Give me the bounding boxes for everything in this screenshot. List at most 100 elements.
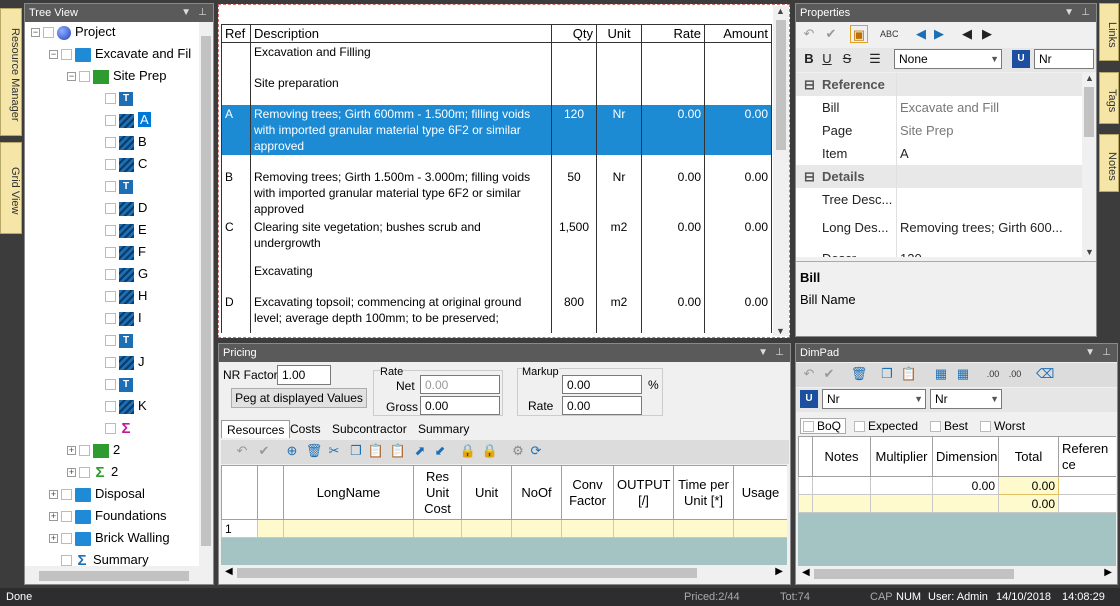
reference-cell[interactable] [1058,476,1116,495]
prop-row-item[interactable]: Item A [796,142,1082,165]
chevron-down-icon[interactable]: ▼ [914,390,923,408]
checkbox[interactable] [105,313,116,325]
conv-factor-header[interactable]: Conv Factor [561,465,614,520]
checkbox[interactable] [61,49,72,61]
scroll-up-icon[interactable]: ▲ [776,6,785,16]
scroll-left-icon[interactable]: ◀ [225,566,233,577]
chevron-down-icon[interactable]: ▼ [990,50,999,68]
nr-factor-input[interactable]: 1.00 [277,365,331,385]
lock-icon[interactable]: 🔒 [459,442,477,460]
checkbox[interactable] [980,421,991,433]
checkbox[interactable] [61,555,72,567]
checkbox[interactable] [105,401,116,413]
description-cell[interactable]: Excavation and Filling [250,42,552,74]
tree-node-item[interactable]: D [105,198,147,218]
cell[interactable] [561,519,614,538]
cell[interactable] [733,519,787,538]
tree-node-item[interactable]: F [105,242,146,262]
qty-cell[interactable]: 800 [551,292,597,333]
tree-node-page-summary[interactable]: + Σ 2 [67,462,118,482]
expand-icon[interactable]: + [49,534,58,544]
collapse-icon[interactable]: − [31,28,40,38]
checkbox[interactable] [61,489,72,501]
amount-cell[interactable]: 0.00 [704,292,772,333]
undo-icon[interactable]: ↶ [800,365,818,383]
settings-icon[interactable]: ⚙ [509,442,527,460]
unit-cell[interactable]: Nr [596,104,642,155]
unit-cell[interactable] [596,73,642,105]
tree-node-item[interactable]: C [105,154,147,174]
unit-header[interactable]: Unit [596,24,642,43]
prop-value[interactable]: 120 [900,247,922,257]
pin-icon[interactable]: ⊥ [1081,4,1090,22]
dropdown-icon[interactable]: ▼ [181,4,191,22]
expected-check[interactable]: Expected [854,419,918,433]
rate-cell[interactable]: 0.00 [641,104,705,155]
boq-row[interactable]: B Removing trees; Girth 1.500m - 3.000m;… [221,154,772,218]
tree-node-item[interactable]: K [105,396,147,416]
checkbox[interactable] [105,291,116,303]
checkbox[interactable] [105,93,116,105]
cell[interactable] [283,519,414,538]
unit-header[interactable]: Unit [461,465,512,520]
prop-row-partial[interactable]: Descr... 120 [796,247,1082,257]
description-header[interactable]: Description [250,24,552,43]
ref-cell[interactable] [221,42,251,74]
description-cell[interactable]: Removing trees; Girth 1.500m - 3.000m; f… [250,154,552,218]
unit-cell[interactable]: Nr [596,154,642,218]
description-cell[interactable]: Clearing site vegetation; bushes scrub a… [250,217,552,262]
scroll-thumb[interactable] [1084,87,1094,137]
checkbox[interactable] [79,445,90,457]
first-icon[interactable]: ◀ [912,25,930,43]
cell[interactable] [932,494,999,513]
res-unit-cost-header[interactable]: Res Unit Cost [413,465,462,520]
cell[interactable] [798,494,813,513]
cell[interactable] [673,519,734,538]
time-per-unit-header[interactable]: Time per Unit [*] [673,465,734,520]
amount-cell[interactable] [704,73,772,105]
ref-cell[interactable]: C [221,217,251,262]
description-cell[interactable]: Excavating [250,261,552,293]
checkbox[interactable] [105,137,116,149]
cell[interactable] [812,494,871,513]
qty-cell[interactable]: 50 [551,154,597,218]
description-cell[interactable]: Removing trees; Girth 600mm - 1.500m; fi… [250,104,552,155]
description-cell[interactable]: Excavating topsoil; commencing at origin… [250,292,552,333]
collapse-icon[interactable]: ⊟ [804,73,815,96]
checkbox[interactable] [79,71,90,83]
undo-icon[interactable]: ↶ [233,442,251,460]
checkbox[interactable] [105,203,116,215]
boq-row[interactable]: Excavation and Filling [221,42,772,74]
markup-input[interactable]: 0.00 [562,375,642,394]
insert-field-icon[interactable]: ▣ [850,25,868,43]
resource-row[interactable]: 1 [221,519,787,538]
tree-node-project[interactable]: − Project [31,22,115,42]
dimpad-horizontal-scrollbar[interactable]: ◀ ▶ [798,566,1116,582]
net-input[interactable]: 0.00 [420,375,500,394]
checkbox[interactable] [105,269,116,281]
unit-select[interactable]: Nr [1034,49,1094,69]
undo-icon[interactable]: ↶ [800,25,818,43]
delete-icon[interactable]: 🗑 [850,365,868,383]
tree-node-page[interactable]: +2 [67,440,120,460]
tree-node-text[interactable]: T [105,330,137,350]
prop-row-bill[interactable]: Bill Excavate and Fill [796,96,1082,119]
qty-cell[interactable]: 1,500 [551,217,597,262]
paste-icon[interactable]: 📋 [367,442,385,460]
amount-cell[interactable]: 0.00 [704,154,772,218]
tree-horizontal-scrollbar[interactable] [25,568,213,584]
checkbox[interactable] [79,467,90,479]
description-cell[interactable]: Site preparation [250,73,552,105]
tree-node-bill[interactable]: + Disposal [49,484,145,504]
unit-left-select[interactable]: Nr ▼ [822,389,926,409]
boq-vertical-scrollbar[interactable]: ▲ ▼ [773,6,789,336]
checkbox[interactable] [105,357,116,369]
eraser-icon[interactable]: ⌫ [1036,365,1054,383]
chevron-down-icon[interactable]: ▼ [990,390,999,408]
prop-value[interactable]: Removing trees; Girth 600... [900,211,1063,245]
tree-node-item[interactable]: J [105,352,145,372]
bold-icon[interactable]: B [800,50,818,68]
tree-node-summary[interactable]: Σ Summary [61,550,149,570]
check-icon[interactable]: ✔ [822,25,840,43]
unit-cell[interactable] [596,42,642,74]
